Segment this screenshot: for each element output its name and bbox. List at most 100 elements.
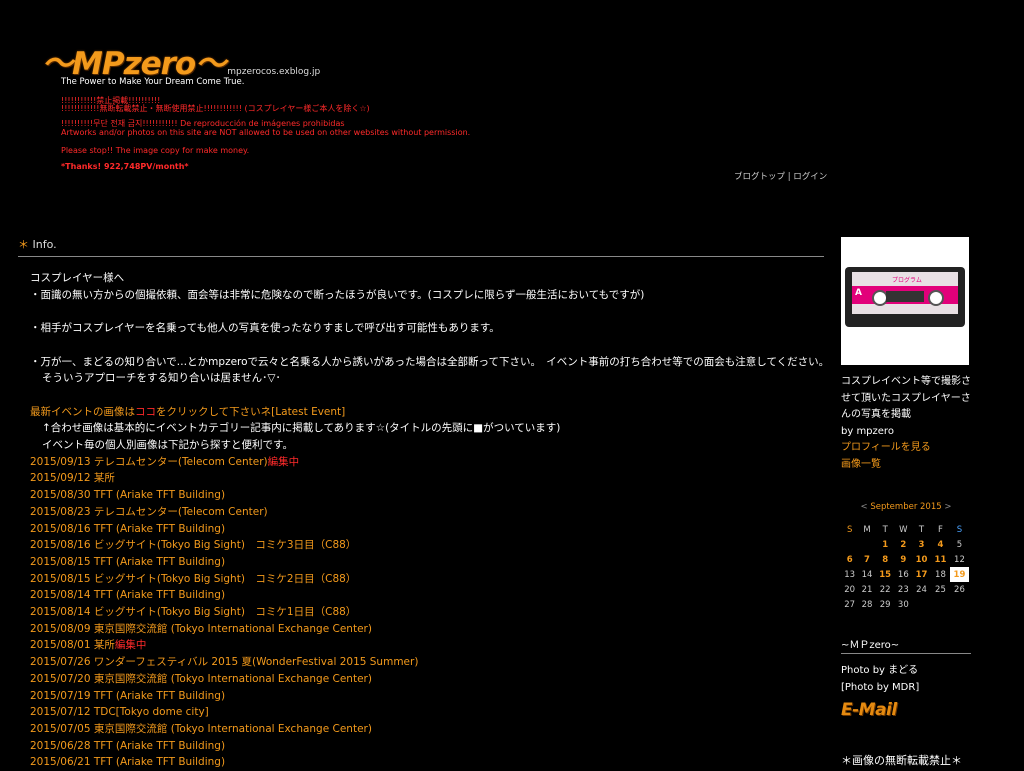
event-link[interactable]: 2015/07/19 TFT (Ariake TFT Building) xyxy=(30,688,820,705)
login-link[interactable]: ログイン xyxy=(793,172,827,182)
calendar-day[interactable]: 1 xyxy=(876,537,895,552)
calendar-day[interactable]: 3 xyxy=(912,537,931,552)
event-title[interactable]: 2015/08/14 ビッグサイト(Tokyo Big Sight) コミケ1日… xyxy=(30,606,356,618)
event-link[interactable]: 2015/08/30 TFT (Ariake TFT Building) xyxy=(30,487,820,504)
event-title[interactable]: 2015/08/30 TFT (Ariake TFT Building) xyxy=(30,489,225,501)
latest-event-line: 最新イベントの画像はココをクリックして下さいネ[Latest Event] xyxy=(30,404,820,421)
event-link[interactable]: 2015/08/15 TFT (Ariake TFT Building) xyxy=(30,554,820,571)
event-link[interactable]: 2015/09/13 テレコムセンター(Telecom Center)編集中 xyxy=(30,454,820,471)
event-link[interactable]: 2015/08/16 ビッグサイト(Tokyo Big Sight) コミケ3日… xyxy=(30,537,820,554)
event-link[interactable]: 2015/07/05 東京国際交流館 (Tokyo International … xyxy=(30,721,820,738)
calendar-day[interactable]: 8 xyxy=(876,552,895,567)
profile-image[interactable]: プログラム A xyxy=(841,237,969,365)
calendar: < September 2015 > S M T W T F S 1 2 3 4 5 6 7 8 9 10 11 1… xyxy=(841,502,971,612)
email-button[interactable]: E-Mail xyxy=(841,700,971,720)
event-link[interactable]: 2015/07/20 東京国際交流館 (Tokyo International … xyxy=(30,671,820,688)
profile-link[interactable]: プロフィールを見る xyxy=(841,440,971,457)
event-link[interactable]: 2015/09/12 某所 xyxy=(30,470,820,487)
weekday-header: M xyxy=(863,524,871,535)
calendar-prev-link[interactable]: < xyxy=(861,502,868,512)
event-title[interactable]: 2015/08/23 テレコムセンター(Telecom Center) xyxy=(30,506,268,518)
sidebar-heading: ~ＭＰzero~ xyxy=(841,636,971,654)
intro-line: ・面識の無い方からの個撮依頼、面会等は非常に危険なので断ったほうが良いです。(コ… xyxy=(30,288,645,301)
logo-text[interactable]: 〜MPzero〜 xyxy=(42,48,226,80)
event-link[interactable]: 2015/07/12 TDC[Tokyo dome city] xyxy=(30,704,820,721)
blog-links: ブログトップ | ログイン xyxy=(734,170,827,182)
calendar-day[interactable]: 15 xyxy=(876,567,895,582)
calendar-day: 28 xyxy=(861,599,873,610)
event-title[interactable]: 2015/09/13 テレコムセンター(Telecom Center) xyxy=(30,456,268,468)
event-link[interactable]: 2015/08/15 ビッグサイト(Tokyo Big Sight) コミケ2日… xyxy=(30,571,820,588)
event-link[interactable]: 2015/06/21 TFT (Ariake TFT Building) xyxy=(30,754,820,771)
calendar-day: 20 xyxy=(844,584,856,595)
event-title[interactable]: 2015/07/20 東京国際交流館 (Tokyo International … xyxy=(30,673,372,685)
event-title[interactable]: 2015/06/21 TFT (Ariake TFT Building) xyxy=(30,756,225,768)
calendar-empty xyxy=(931,597,950,612)
event-title[interactable]: 2015/09/12 某所 xyxy=(30,472,115,484)
latest-event-link[interactable]: ココ xyxy=(135,406,156,418)
event-title[interactable]: 2015/08/16 TFT (Ariake TFT Building) xyxy=(30,523,225,535)
calendar-empty xyxy=(841,537,858,552)
info-body: コスプレイヤー様へ ・面識の無い方からの個撮依頼、面会等は非常に危険なので断った… xyxy=(30,270,829,771)
event-link[interactable]: 2015/08/23 テレコムセンター(Telecom Center) xyxy=(30,504,820,521)
weekday-header: T xyxy=(918,524,925,535)
calendar-day[interactable]: 9 xyxy=(895,552,912,567)
event-title[interactable]: 2015/07/05 東京国際交流館 (Tokyo International … xyxy=(30,723,372,735)
calendar-day[interactable]: 2 xyxy=(895,537,912,552)
calendar-day: 13 xyxy=(844,569,856,580)
weekday-header: T xyxy=(882,524,888,535)
calendar-today[interactable]: 19 xyxy=(949,567,969,582)
calendar-day: 26 xyxy=(954,584,965,595)
intro-line: そういうアプローチをする知り合いは居ません･▽･ xyxy=(42,372,281,385)
event-title[interactable]: 2015/06/28 TFT (Ariake TFT Building) xyxy=(30,740,225,752)
event-title[interactable]: 2015/07/12 TDC[Tokyo dome city] xyxy=(30,706,209,718)
event-link[interactable]: 2015/08/09 東京国際交流館 (Tokyo International … xyxy=(30,621,820,638)
calendar-day: 30 xyxy=(897,599,909,610)
calendar-day[interactable]: 10 xyxy=(912,552,931,567)
event-link[interactable]: 2015/08/14 TFT (Ariake TFT Building) xyxy=(30,587,820,604)
section-title: ＊ Info. xyxy=(18,236,824,257)
event-title[interactable]: 2015/08/15 TFT (Ariake TFT Building) xyxy=(30,556,225,568)
event-title[interactable]: 2015/08/14 TFT (Ariake TFT Building) xyxy=(30,589,225,601)
calendar-empty xyxy=(858,537,875,552)
event-link[interactable]: 2015/08/16 TFT (Ariake TFT Building) xyxy=(30,521,820,538)
event-list: 2015/09/13 テレコムセンター(Telecom Center)編集中 20… xyxy=(30,454,820,771)
note-line: イベント毎の個人別画像は下記から探すと便利です。 xyxy=(42,439,293,452)
calendar-day[interactable]: 4 xyxy=(931,537,950,552)
event-link[interactable]: 2015/08/01 某所編集中 xyxy=(30,637,820,654)
warning-line-5: Please stop!! The image copy for make mo… xyxy=(61,146,250,155)
calendar-day: 14 xyxy=(861,569,873,580)
calendar-day: 27 xyxy=(844,599,856,610)
calendar-day[interactable]: 17 xyxy=(912,567,931,582)
logo[interactable]: 〜MPzero〜 mpzerocos.exblog.jp xyxy=(42,48,320,80)
main-content: ＊ Info. コスプレイヤー様へ ・面識の無い方からの個撮依頼、面会等は非常に… xyxy=(18,236,829,768)
intro-line: ・相手がコスプレイヤーを名乗っても他人の写真を使ったなりすましで呼び出す可能性も… xyxy=(30,322,500,335)
intro-line: コスプレイヤー様へ xyxy=(30,272,125,284)
note-line: ↑合わせ画像は基本的にイベントカテゴリー記事内に掲載してあります☆(タイトルの先… xyxy=(42,422,561,435)
calendar-day: 23 xyxy=(897,584,909,595)
image-list-link[interactable]: 画像一覧 xyxy=(841,457,971,474)
event-link[interactable]: 2015/06/28 TFT (Ariake TFT Building) xyxy=(30,738,820,755)
blog-top-link[interactable]: ブログトップ xyxy=(734,172,785,182)
event-title[interactable]: 2015/07/19 TFT (Ariake TFT Building) xyxy=(30,690,225,702)
warning-line-2: !!!!!!!!!!!!無断転載禁止・無断使用禁止!!!!!!!!!!!! (コ… xyxy=(61,104,370,113)
weekday-header: S xyxy=(846,524,853,535)
calendar-day[interactable]: 11 xyxy=(931,552,950,567)
event-title[interactable]: 2015/08/16 ビッグサイト(Tokyo Big Sight) コミケ3日… xyxy=(30,539,356,551)
event-title[interactable]: 2015/08/15 ビッグサイト(Tokyo Big Sight) コミケ2日… xyxy=(30,573,356,585)
logo-url[interactable]: mpzerocos.exblog.jp xyxy=(227,67,320,77)
calendar-month: September 2015 xyxy=(870,502,942,512)
calendar-next-link[interactable]: > xyxy=(944,502,951,512)
photo-credit: Photo by まどる xyxy=(841,665,919,676)
event-title[interactable]: 2015/08/01 某所 xyxy=(30,639,115,651)
calendar-day[interactable]: 7 xyxy=(858,552,875,567)
latest-pre: 最新イベントの画像は xyxy=(30,405,135,418)
latest-post[interactable]: をクリックして下さいネ[Latest Event] xyxy=(156,406,345,418)
event-title[interactable]: 2015/08/09 東京国際交流館 (Tokyo International … xyxy=(30,623,372,635)
event-link[interactable]: 2015/07/26 ワンダーフェスティバル 2015 夏(WonderFest… xyxy=(30,654,820,671)
event-title[interactable]: 2015/07/26 ワンダーフェスティバル 2015 夏(WonderFest… xyxy=(30,656,418,668)
calendar-day[interactable]: 6 xyxy=(841,552,858,567)
calendar-day: 24 xyxy=(916,584,927,595)
calendar-day: 21 xyxy=(861,584,873,595)
event-link[interactable]: 2015/08/14 ビッグサイト(Tokyo Big Sight) コミケ1日… xyxy=(30,604,820,621)
